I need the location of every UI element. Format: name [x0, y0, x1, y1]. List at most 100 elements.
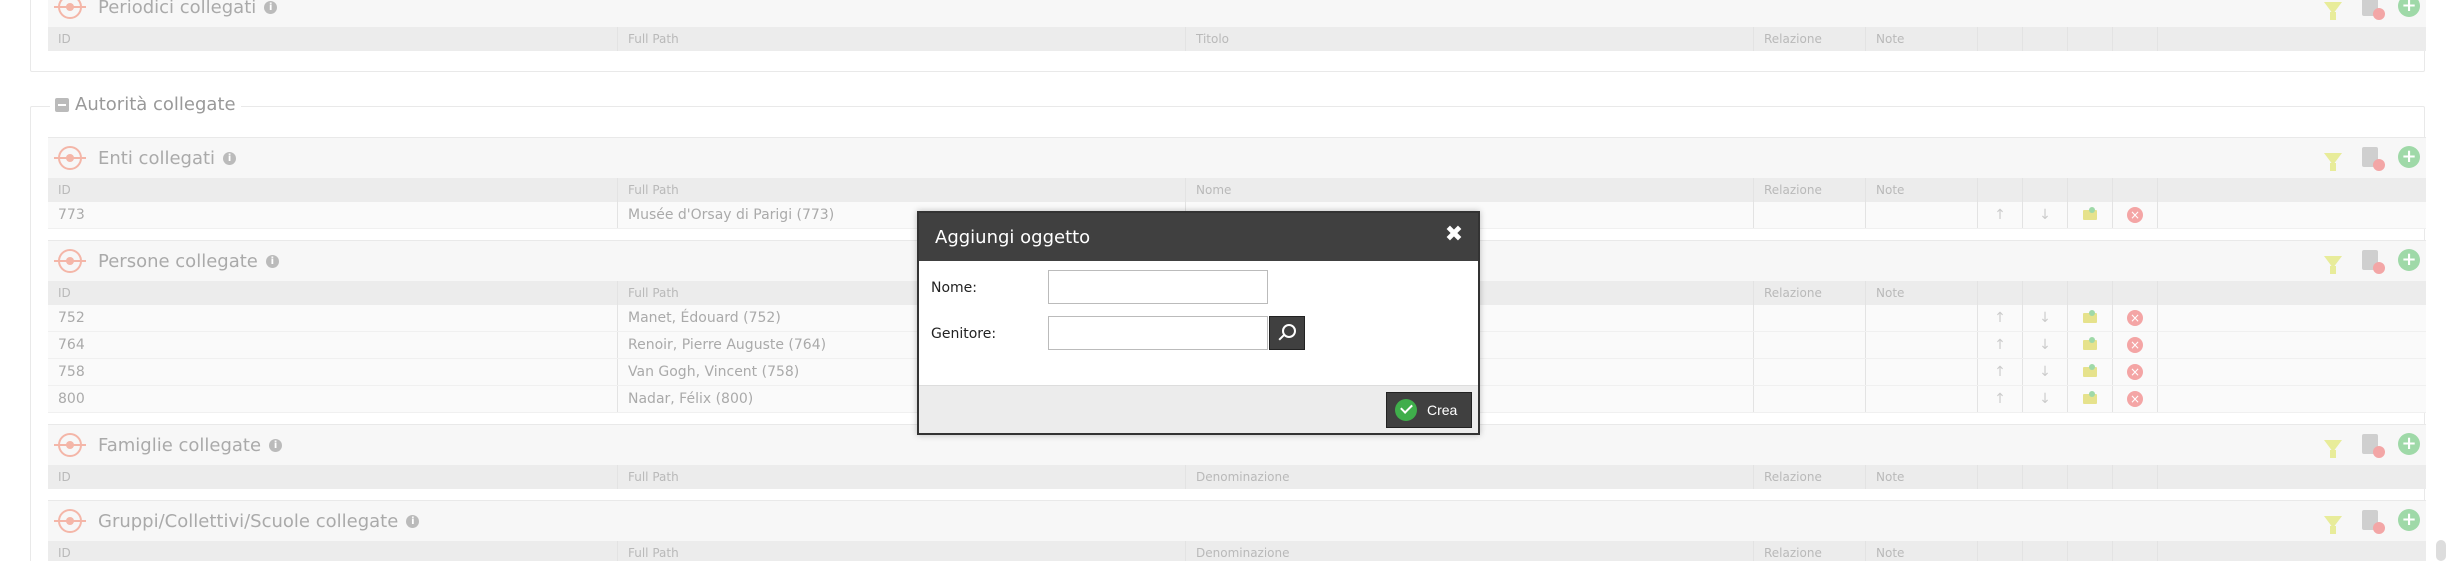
col-nome[interactable]: Nome: [1186, 178, 1754, 202]
target-icon[interactable]: [54, 433, 86, 457]
col-note[interactable]: Note: [1866, 465, 1978, 489]
col-id[interactable]: ID: [48, 281, 618, 305]
legend-label: Autorità collegate: [75, 94, 236, 115]
target-icon[interactable]: [54, 509, 86, 533]
col-note[interactable]: Note: [1866, 27, 1978, 51]
col-act: [1978, 281, 2023, 305]
genitore-label: Genitore:: [931, 326, 997, 342]
col-full-path[interactable]: Full Path: [618, 541, 1186, 561]
col-note[interactable]: Note: [1866, 178, 1978, 202]
col-relazione[interactable]: Relazione: [1754, 27, 1866, 51]
folder-icon[interactable]: [2068, 202, 2113, 228]
plus-icon[interactable]: +: [2398, 249, 2420, 271]
close-icon[interactable]: ✖: [1444, 224, 1464, 246]
add-object-dialog: Aggiungi oggetto ✖ Nome: Genitore: Crea: [917, 211, 1480, 435]
col-full-path[interactable]: Full Path: [618, 178, 1186, 202]
col-id[interactable]: ID: [48, 27, 618, 51]
plus-icon[interactable]: +: [2398, 0, 2420, 17]
genitore-input[interactable]: [1048, 316, 1268, 350]
arrow-down-icon[interactable]: ↓: [2023, 305, 2068, 331]
folder-icon[interactable]: [2068, 386, 2113, 412]
delete-icon[interactable]: ×: [2113, 202, 2158, 228]
info-icon[interactable]: i: [406, 514, 420, 528]
col-id[interactable]: ID: [48, 465, 618, 489]
filter-icon[interactable]: [2324, 256, 2342, 274]
autorita-legend[interactable]: Autorità collegate: [50, 94, 241, 115]
col-act: [2113, 465, 2158, 489]
trash-icon[interactable]: [2362, 0, 2385, 20]
crea-button[interactable]: Crea: [1386, 392, 1472, 428]
dialog-title: Aggiungi oggetto: [935, 226, 1091, 248]
col-relazione[interactable]: Relazione: [1754, 281, 1866, 305]
target-icon[interactable]: [54, 0, 86, 19]
delete-icon[interactable]: ×: [2113, 359, 2158, 385]
info-icon[interactable]: i: [269, 438, 283, 452]
arrow-up-icon[interactable]: ↑: [1978, 332, 2023, 358]
arrow-down-icon[interactable]: ↓: [2023, 332, 2068, 358]
col-note[interactable]: Note: [1866, 541, 1978, 561]
cell-relazione: [1754, 359, 1866, 385]
section-periodici: Periodici collegati i + ID Full Path Tit…: [48, 0, 2426, 51]
delete-icon[interactable]: ×: [2113, 305, 2158, 331]
col-act: [2023, 541, 2068, 561]
trash-icon[interactable]: [2362, 250, 2385, 274]
arrow-down-icon[interactable]: ↓: [2023, 202, 2068, 228]
info-icon[interactable]: i: [265, 254, 279, 268]
section-title: Famiglie collegate: [98, 434, 262, 456]
nome-input[interactable]: [1048, 270, 1268, 304]
col-relazione[interactable]: Relazione: [1754, 541, 1866, 561]
check-icon: [1395, 399, 1417, 421]
folder-icon[interactable]: [2068, 332, 2113, 358]
trash-icon[interactable]: [2362, 434, 2385, 458]
delete-icon[interactable]: ×: [2113, 332, 2158, 358]
folder-icon[interactable]: [2068, 359, 2113, 385]
arrow-down-icon[interactable]: ↓: [2023, 386, 2068, 412]
col-act: [2113, 27, 2158, 51]
target-icon[interactable]: [54, 146, 86, 170]
col-full-path[interactable]: Full Path: [618, 465, 1186, 489]
section-actions: +: [2324, 433, 2420, 458]
col-relazione[interactable]: Relazione: [1754, 178, 1866, 202]
filter-icon[interactable]: [2324, 2, 2342, 20]
plus-icon[interactable]: +: [2398, 146, 2420, 168]
col-titolo[interactable]: Titolo: [1186, 27, 1754, 51]
arrow-up-icon[interactable]: ↑: [1978, 359, 2023, 385]
collapse-icon[interactable]: [55, 97, 69, 112]
scrollbar-thumb[interactable]: [2436, 540, 2446, 561]
plus-icon[interactable]: +: [2398, 509, 2420, 531]
col-act: [1978, 178, 2023, 202]
col-act: [2023, 178, 2068, 202]
target-icon[interactable]: [54, 249, 86, 273]
col-full-path[interactable]: Full Path: [618, 27, 1186, 51]
page-background: Periodici collegati i + ID Full Path Tit…: [0, 0, 2452, 561]
folder-icon[interactable]: [2068, 305, 2113, 331]
col-note[interactable]: Note: [1866, 281, 1978, 305]
plus-icon[interactable]: +: [2398, 433, 2420, 455]
arrow-up-icon[interactable]: ↑: [1978, 305, 2023, 331]
col-id[interactable]: ID: [48, 541, 618, 561]
cell-note: [1866, 359, 1978, 385]
trash-icon[interactable]: [2362, 510, 2385, 534]
arrow-down-icon[interactable]: ↓: [2023, 359, 2068, 385]
info-icon[interactable]: i: [264, 0, 278, 14]
filter-icon[interactable]: [2324, 440, 2342, 458]
col-denominazione[interactable]: Denominazione: [1186, 541, 1754, 561]
filter-icon[interactable]: [2324, 153, 2342, 171]
section-gruppi: Gruppi/Collettivi/Scuole collegate i + I…: [48, 500, 2426, 561]
col-relazione[interactable]: Relazione: [1754, 465, 1866, 489]
col-act: [2113, 541, 2158, 561]
trash-icon[interactable]: [2362, 147, 2385, 171]
arrow-up-icon[interactable]: ↑: [1978, 386, 2023, 412]
section-header: Enti collegati i +: [48, 138, 2426, 178]
col-denominazione[interactable]: Denominazione: [1186, 465, 1754, 489]
genitore-search-button[interactable]: [1269, 316, 1305, 350]
section-header: Periodici collegati i +: [48, 0, 2426, 27]
filter-icon[interactable]: [2324, 516, 2342, 534]
info-icon[interactable]: i: [223, 151, 237, 165]
arrow-up-icon[interactable]: ↑: [1978, 202, 2023, 228]
col-id[interactable]: ID: [48, 178, 618, 202]
dialog-header[interactable]: Aggiungi oggetto ✖: [919, 213, 1478, 261]
section-actions: +: [2324, 0, 2420, 20]
delete-icon[interactable]: ×: [2113, 386, 2158, 412]
table-header: ID Full Path Denominazione Relazione Not…: [48, 465, 2426, 489]
